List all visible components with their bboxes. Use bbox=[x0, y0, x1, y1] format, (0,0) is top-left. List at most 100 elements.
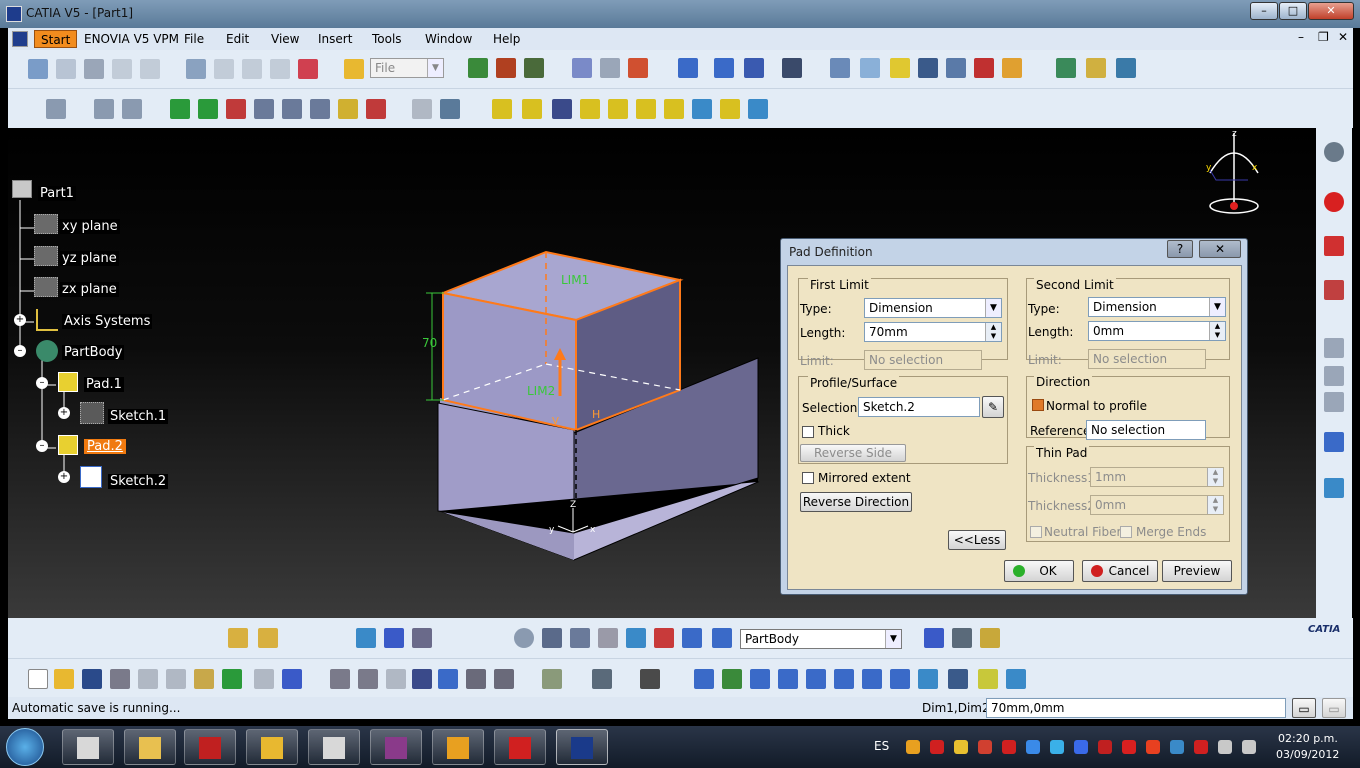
tray-icon[interactable] bbox=[1194, 740, 1208, 754]
move-icon[interactable] bbox=[170, 99, 190, 119]
toolbar-icon[interactable] bbox=[122, 99, 142, 119]
tray-icon[interactable] bbox=[1050, 740, 1064, 754]
toolbar-icon[interactable] bbox=[384, 628, 404, 648]
toolbar-icon[interactable] bbox=[862, 669, 882, 689]
toolbar-icon[interactable] bbox=[496, 58, 516, 78]
toolbar-icon[interactable] bbox=[636, 99, 656, 119]
expand-icon[interactable]: + bbox=[58, 407, 70, 419]
toolbar-icon[interactable] bbox=[1324, 280, 1344, 300]
neutral-fiber-checkbox[interactable] bbox=[1030, 526, 1042, 538]
less-button[interactable]: <<Less bbox=[948, 530, 1006, 550]
doc-close-button[interactable]: ✕ bbox=[1338, 30, 1348, 44]
toolbar-icon[interactable] bbox=[198, 99, 218, 119]
pan-icon[interactable] bbox=[750, 669, 770, 689]
toolbar-icon[interactable] bbox=[366, 99, 386, 119]
stop-icon[interactable] bbox=[1324, 192, 1344, 212]
toolbar-icon[interactable] bbox=[948, 669, 968, 689]
dim-input[interactable]: 70mm,0mm bbox=[986, 698, 1286, 718]
tray-icon[interactable] bbox=[1002, 740, 1016, 754]
toolbar-icon[interactable] bbox=[28, 59, 48, 79]
help-button[interactable]: ? bbox=[1167, 240, 1193, 258]
minimize-button[interactable]: – bbox=[1250, 2, 1278, 20]
toolbar-icon[interactable] bbox=[1324, 366, 1344, 386]
paste-icon[interactable] bbox=[194, 669, 214, 689]
toolbar-icon[interactable] bbox=[580, 99, 600, 119]
layers-icon[interactable] bbox=[1324, 478, 1344, 498]
toolbar-icon[interactable] bbox=[694, 669, 714, 689]
toolbar-icon[interactable] bbox=[310, 99, 330, 119]
collapse-icon[interactable]: – bbox=[14, 345, 26, 357]
toolbar-icon[interactable] bbox=[412, 628, 432, 648]
reverse-direction-button[interactable]: Reverse Direction bbox=[800, 492, 912, 512]
new-icon[interactable] bbox=[28, 669, 48, 689]
reverse-side-button[interactable]: Reverse Side bbox=[800, 444, 906, 462]
tray-icon[interactable] bbox=[954, 740, 968, 754]
toolbar-icon[interactable] bbox=[494, 669, 514, 689]
menu-enovia[interactable]: ENOVIA V5 VPM bbox=[84, 32, 179, 46]
first-length-input[interactable]: 70mm ▲ ▼ bbox=[864, 322, 1002, 342]
toolbar-icon[interactable] bbox=[358, 669, 378, 689]
toolbar-icon[interactable] bbox=[386, 669, 406, 689]
ok-button[interactable]: OK bbox=[1004, 560, 1074, 582]
copy-icon[interactable] bbox=[166, 669, 186, 689]
status-button[interactable]: ▭ bbox=[1292, 698, 1316, 718]
toolbar-icon[interactable] bbox=[438, 669, 458, 689]
menu-window[interactable]: Window bbox=[425, 32, 472, 46]
toolbar-icon[interactable] bbox=[626, 628, 646, 648]
zoom-in-icon[interactable] bbox=[806, 669, 826, 689]
toolbar-icon[interactable] bbox=[524, 58, 544, 78]
redo-icon[interactable] bbox=[254, 669, 274, 689]
thickness2-input[interactable]: 0mm ▲ ▼ bbox=[1090, 495, 1224, 515]
toolbar-icon[interactable] bbox=[654, 628, 674, 648]
toolbar-icon[interactable] bbox=[228, 628, 248, 648]
mirrored-extent-checkbox[interactable] bbox=[802, 472, 814, 484]
toolbar-icon[interactable] bbox=[338, 99, 358, 119]
clock-time[interactable]: 02:20 p.m. bbox=[1278, 732, 1338, 745]
taskbar-explorer[interactable] bbox=[124, 729, 176, 765]
doc-restore-button[interactable]: ❐ bbox=[1318, 30, 1329, 44]
toolbar-icon[interactable] bbox=[94, 99, 114, 119]
cut-icon[interactable] bbox=[138, 669, 158, 689]
toolbar-icon[interactable] bbox=[890, 669, 910, 689]
tray-icon[interactable] bbox=[1074, 740, 1088, 754]
spinner-icon[interactable]: ▲ ▼ bbox=[985, 323, 1001, 341]
sketch-icon[interactable] bbox=[46, 99, 66, 119]
toolbar-icon[interactable] bbox=[1056, 58, 1076, 78]
toolbar-icon[interactable] bbox=[682, 628, 702, 648]
network-icon[interactable] bbox=[1242, 740, 1256, 754]
tray-icon[interactable] bbox=[1170, 740, 1184, 754]
toolbar-icon[interactable] bbox=[714, 58, 734, 78]
toolbar-icon[interactable] bbox=[552, 99, 572, 119]
menu-help[interactable]: Help bbox=[493, 32, 520, 46]
toolbar-icon[interactable] bbox=[572, 58, 592, 78]
toolbar-icon[interactable] bbox=[692, 99, 712, 119]
toolbar-icon[interactable] bbox=[678, 58, 698, 78]
toolbar-icon[interactable] bbox=[952, 628, 972, 648]
toolbar-icon[interactable] bbox=[978, 669, 998, 689]
toolbar-icon[interactable] bbox=[1002, 58, 1022, 78]
doc-minimize-button[interactable]: – bbox=[1298, 30, 1304, 44]
toolbar-icon[interactable] bbox=[1116, 58, 1136, 78]
open-folder-icon[interactable] bbox=[54, 669, 74, 689]
pdf-icon[interactable] bbox=[1324, 236, 1344, 256]
open-folder-icon[interactable] bbox=[344, 59, 364, 79]
toolbar-icon[interactable] bbox=[1324, 338, 1344, 358]
toolbar-icon[interactable] bbox=[592, 669, 612, 689]
taskbar-app[interactable] bbox=[308, 729, 360, 765]
toolbar-icon[interactable] bbox=[980, 628, 1000, 648]
taskbar-autocad[interactable] bbox=[184, 729, 236, 765]
preview-button[interactable]: Preview bbox=[1162, 560, 1232, 582]
rotate-icon[interactable] bbox=[778, 669, 798, 689]
partbody-combo[interactable]: PartBody ▼ bbox=[740, 629, 902, 649]
select-arrow-icon[interactable] bbox=[1324, 432, 1344, 452]
toolbar-icon[interactable] bbox=[744, 58, 764, 78]
toolbar-icon[interactable] bbox=[254, 99, 274, 119]
toolbar-icon[interactable] bbox=[356, 628, 376, 648]
undo-icon[interactable] bbox=[222, 669, 242, 689]
menu-file[interactable]: File bbox=[184, 32, 204, 46]
toolbar-icon[interactable] bbox=[570, 628, 590, 648]
merge-ends-checkbox[interactable] bbox=[1120, 526, 1132, 538]
taskbar-solidworks[interactable] bbox=[494, 729, 546, 765]
zoom-out-icon[interactable] bbox=[834, 669, 854, 689]
menu-insert[interactable]: Insert bbox=[318, 32, 352, 46]
